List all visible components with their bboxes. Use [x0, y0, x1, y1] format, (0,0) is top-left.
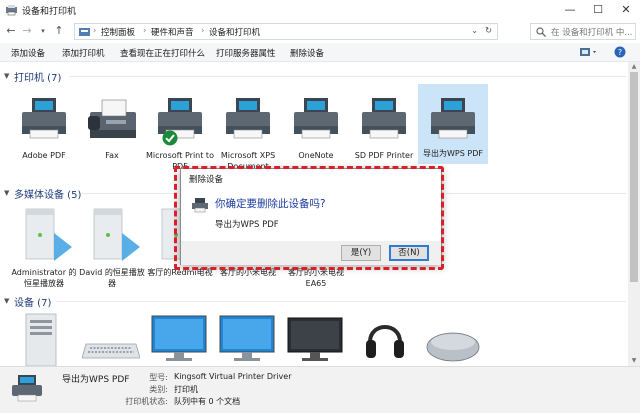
breadcrumb-sep-icon: › [143, 26, 147, 36]
address-row: ← → ▾ ↑ › 控制面板 › 硬件和声音 › 设备和打印机 ⌄ ↻ 在 设备… [0, 21, 640, 42]
section-divider [82, 193, 176, 194]
scroll-down-icon[interactable]: ▼ [628, 356, 640, 366]
media-server-icon [93, 208, 140, 261]
control-panel-icon [79, 26, 91, 40]
media-device-item[interactable]: David 的恒星播放器 [78, 203, 146, 289]
scroll-thumb[interactable] [630, 72, 638, 282]
svg-text:?: ? [618, 48, 622, 57]
printer-icon [294, 98, 338, 139]
help-icon[interactable]: ? [614, 46, 626, 61]
breadcrumb-control-panel[interactable]: 控制面板 [101, 26, 135, 38]
minimize-button[interactable]: — [556, 0, 584, 20]
printer-icon [431, 98, 475, 139]
section-divider [70, 76, 626, 77]
tv-icon [287, 317, 343, 361]
printer-icon [226, 98, 270, 139]
printer-item[interactable]: SD PDF Printer [350, 86, 418, 178]
media-device-label: Administrator 的恒星播放器 [11, 268, 77, 288]
search-icon [536, 27, 546, 40]
printer-label: Fax [105, 151, 119, 160]
vertical-scrollbar[interactable]: ▲ ▼ [628, 62, 640, 366]
printer-icon [362, 98, 406, 139]
address-bar[interactable]: › 控制面板 › 硬件和声音 › 设备和打印机 ⌄ ↻ [74, 23, 498, 40]
model-key: 型号: [149, 373, 168, 382]
refresh-icon[interactable]: ↻ [485, 26, 492, 36]
search-input[interactable]: 在 设备和打印机 中... [530, 23, 636, 40]
printer-item[interactable]: Microsoft Print to PDF [146, 86, 214, 178]
up-arrow-icon[interactable]: ↑ [52, 23, 66, 39]
breadcrumb-sep-icon: › [201, 26, 205, 36]
section-divider [56, 301, 626, 302]
window-app-icon [5, 4, 18, 19]
address-dropdown-icon[interactable]: ⌄ [471, 26, 478, 36]
monitor-icon [219, 315, 275, 361]
breadcrumb-sep-icon: › [93, 26, 97, 36]
command-bar: 添加设备 添加打印机 查看现在正在打印什么 打印服务器属性 删除设备 ? [0, 43, 640, 62]
forward-arrow-icon[interactable]: → [20, 23, 34, 39]
breadcrumb-devices-printers[interactable]: 设备和打印机 [209, 26, 260, 38]
see-whats-printing-button[interactable]: 查看现在正在打印什么 [120, 47, 205, 59]
add-printer-button[interactable]: 添加打印机 [62, 47, 105, 59]
details-pane: 导出为WPS PDF 型号: Kingsoft Virtual Printer … [0, 366, 640, 413]
printer-icon [22, 98, 66, 139]
printer-label: SD PDF Printer [354, 151, 414, 160]
collapse-chevron-icon[interactable]: ▼ [4, 189, 9, 197]
category-key: 类别: [149, 385, 168, 394]
fax-icon [88, 99, 136, 138]
printer-label: 导出为WPS PDF [423, 149, 483, 158]
window-title: 设备和打印机 [22, 7, 77, 17]
category-value: 打印机 [174, 385, 198, 394]
close-button[interactable]: ✕ [612, 0, 640, 20]
collapse-chevron-icon[interactable]: ▼ [4, 297, 9, 305]
remove-device-button[interactable]: 删除设备 [290, 47, 324, 59]
monitor-icon [151, 315, 207, 361]
title-bar: 设备和打印机 — ☐ ✕ [0, 0, 640, 21]
media-device-label: David 的恒星播放器 [79, 268, 145, 288]
printer-label: OneNote [298, 151, 334, 160]
model-value: Kingsoft Virtual Printer Driver [174, 372, 292, 381]
headset-icon [366, 325, 404, 358]
printers-section-header[interactable]: 打印机 (7) [14, 69, 61, 84]
highlight-frame [174, 166, 444, 270]
collapse-chevron-icon[interactable]: ▼ [4, 72, 9, 80]
breadcrumb-hardware-sound[interactable]: 硬件和声音 [151, 26, 194, 38]
devices-section-header[interactable]: 设备 (7) [14, 294, 51, 309]
media-server-icon [25, 208, 72, 261]
default-check-icon [162, 130, 178, 146]
status-key: 打印机状态: [125, 397, 168, 406]
mouse-icon [426, 332, 480, 362]
printer-icon [12, 375, 42, 402]
search-placeholder: 在 设备和打印机 中... [551, 28, 633, 38]
status-value: 队列中有 0 个文档 [174, 397, 241, 406]
scroll-up-icon[interactable]: ▲ [628, 62, 640, 72]
media-section-header[interactable]: 多媒体设备 (5) [14, 186, 81, 201]
add-device-button[interactable]: 添加设备 [11, 47, 45, 59]
computer-tower-icon [25, 313, 57, 366]
keyboard-icon [82, 343, 140, 359]
media-device-item[interactable]: Administrator 的恒星播放器 [10, 203, 78, 289]
print-server-properties-button[interactable]: 打印服务器属性 [216, 47, 276, 59]
media-device-label: 客厅的小米电视 EA65 [288, 268, 344, 288]
recent-chevron-icon[interactable]: ▾ [36, 23, 50, 39]
printer-label: Adobe PDF [22, 151, 66, 160]
maximize-button[interactable]: ☐ [584, 0, 612, 20]
printer-item-selected[interactable]: 导出为WPS PDF [418, 84, 488, 164]
view-options-icon[interactable] [580, 47, 598, 60]
printer-item[interactable]: Fax [78, 86, 146, 178]
printer-item[interactable]: OneNote [282, 86, 350, 178]
back-arrow-icon[interactable]: ← [4, 23, 18, 39]
printer-item[interactable]: Microsoft XPS Document [214, 86, 282, 178]
printer-item[interactable]: Adobe PDF [10, 86, 78, 178]
section-divider [446, 193, 626, 194]
